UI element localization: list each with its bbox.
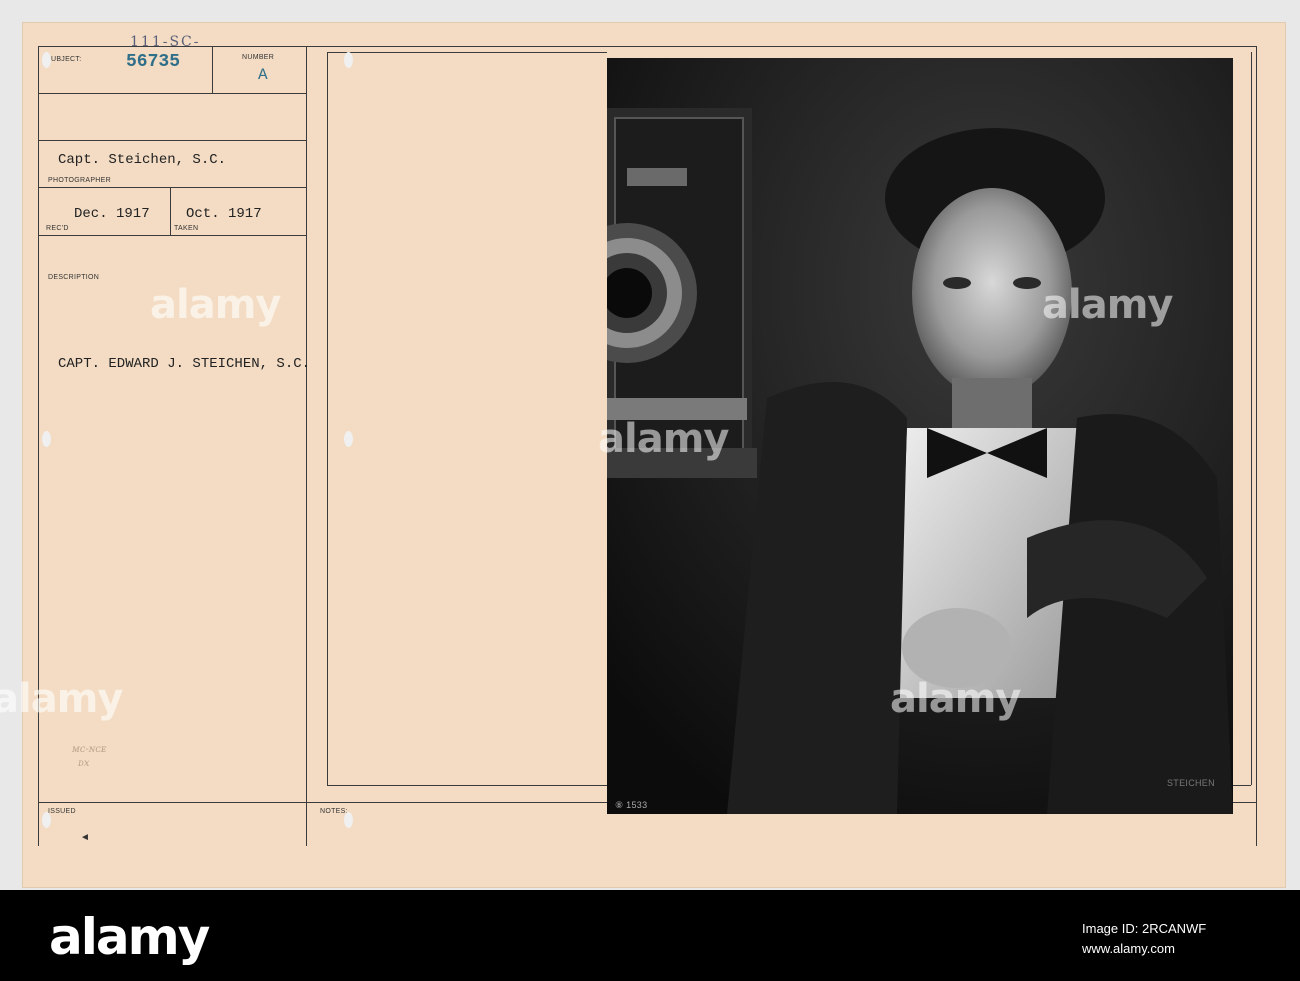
pencil-note: ᴍᴄ-ɴᴄᴇ (72, 744, 107, 755)
rule-2 (38, 140, 306, 141)
dates-divider-line (170, 187, 171, 235)
form-divider-line (306, 46, 307, 846)
subject-label: SUBJECT: (46, 56, 82, 63)
punch-hole (344, 812, 353, 828)
card-right-line (1256, 46, 1257, 846)
punch-hole (42, 812, 51, 828)
number-label: NUMBER (242, 54, 275, 61)
image-id: Image ID: 2RCANWF (1082, 921, 1207, 936)
notes-box-left (327, 52, 328, 785)
number-divider-line (212, 46, 213, 93)
taken-label: TAKEN (174, 225, 199, 232)
watermark: alamy (890, 676, 1021, 722)
photographer-rule (38, 187, 306, 188)
notes-box-top (327, 52, 607, 53)
notes-label: NOTES: (320, 808, 348, 815)
recd-value: Dec. 1917 (74, 206, 150, 222)
recd-label: REC'D (46, 225, 69, 232)
card-top-line (38, 46, 1256, 47)
punch-hole (344, 52, 353, 68)
card-left-line (38, 46, 39, 846)
subject-number: 56735 (126, 52, 181, 72)
notes-box-right (1251, 52, 1252, 785)
footer-logo: alamy (49, 908, 210, 966)
punch-hole (42, 52, 51, 68)
punch-hole (42, 431, 51, 447)
description-label: DESCRIPTION (48, 274, 100, 281)
watermark: alamy (0, 676, 123, 722)
description-value: CAPT. EDWARD J. STEICHEN, S.C. (58, 356, 311, 372)
issued-mark: ◄ (80, 832, 91, 843)
photographer-signature: STEICHEN (1167, 778, 1215, 788)
issued-label: ISSUED (48, 808, 76, 815)
photographer-label: PHOTOGRAPHER (48, 177, 111, 184)
watermark: alamy (1042, 282, 1173, 328)
taken-value: Oct. 1917 (186, 206, 262, 222)
punch-hole (344, 431, 353, 447)
site-link[interactable]: www.alamy.com (1082, 939, 1282, 959)
footer-meta: Image ID: 2RCANWF www.alamy.com (1082, 919, 1282, 959)
photographer-value: Capt. Steichen, S.C. (58, 152, 227, 168)
dates-rule (38, 235, 306, 236)
subject-handwritten-code: 111-SC- (130, 34, 201, 50)
watermark: alamy (598, 416, 729, 462)
header-rule (38, 93, 306, 94)
photo-stamp-number: ⑧ 1533 (615, 800, 648, 810)
watermark: alamy (150, 282, 281, 328)
pencil-note-2: ᴅx (78, 758, 90, 769)
number-value: A (258, 66, 268, 84)
